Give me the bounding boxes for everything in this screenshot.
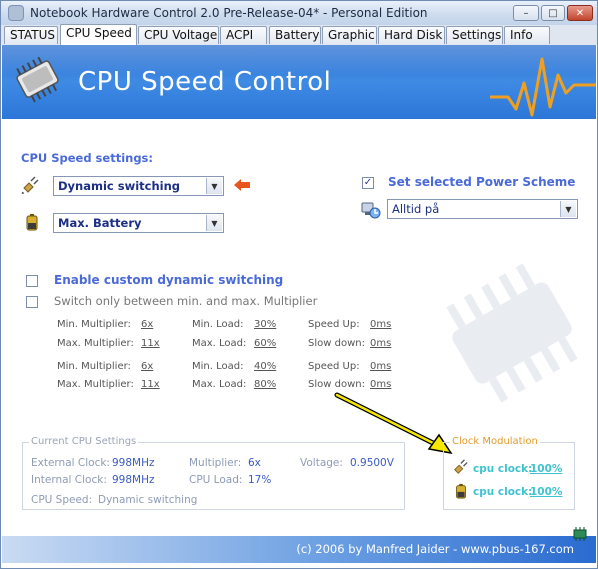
speed-up-label: Speed Up: [308,319,360,330]
power-scheme-icon [361,202,381,219]
chip-watermark-icon [446,263,578,403]
chevron-down-icon[interactable]: ▼ [560,201,576,217]
plug-icon [21,176,39,194]
min-load-label: Min. Load: [192,361,244,372]
max-multiplier-label: Max. Multiplier: [57,379,134,390]
cpu-speed-settings-heading: CPU Speed settings: [21,151,154,165]
tab-cpu-voltage[interactable]: CPU Voltage [138,26,219,44]
title-bar: Notebook Hardware Control 2.0 Pre-Releas… [1,1,597,26]
tab-graphic[interactable]: Graphic [322,26,377,44]
switch-only-min-max-checkbox[interactable] [26,296,38,308]
max-multiplier-value[interactable]: 11x [141,379,160,390]
min-multiplier-value[interactable]: 6x [141,319,153,330]
internal-clock-value: 998MHz [112,474,155,486]
min-multiplier-label: Min. Multiplier: [57,361,131,372]
clock-modulation-title: Clock Modulation [450,436,540,447]
speed-up-value[interactable]: 0ms [370,361,391,372]
multiplier-value: 6x [248,457,261,469]
slow-down-label: Slow down: [308,338,365,349]
slow-down-value[interactable]: 0ms [370,338,391,349]
internal-clock-label: Internal Clock: [31,474,107,486]
tab-acpi[interactable]: ACPI [220,26,267,44]
set-power-scheme-checkbox[interactable]: ✓ [362,177,374,189]
cpu-load-label: CPU Load: [189,474,243,486]
header-banner: CPU Speed Control [2,45,596,119]
pulse-graphic [490,57,596,117]
tab-battery[interactable]: Battery [269,26,321,44]
max-load-value[interactable]: 80% [254,379,276,390]
tab-status[interactable]: STATUS [4,26,58,44]
current-cpu-settings-title: Current CPU Settings [29,436,139,447]
external-clock-value: 998MHz [112,457,155,469]
min-load-value[interactable]: 40% [254,361,276,372]
speed-up-value[interactable]: 0ms [370,319,391,330]
clock-modulation-ac-label: cpu clock: [473,463,533,475]
tab-settings[interactable]: Settings [446,26,503,44]
window-title: Notebook Hardware Control 2.0 Pre-Releas… [30,6,428,20]
copyright-text: (c) 2006 by Manfred Jaider - www.pbus-16… [296,542,574,556]
external-clock-label: External Clock: [31,457,110,469]
battery-icon [456,483,466,499]
multiplier-label: Multiplier: [189,457,242,469]
enable-custom-switching-checkbox[interactable] [26,275,38,287]
chevron-down-icon[interactable]: ▼ [206,178,222,194]
minimize-button[interactable]: – [513,5,539,21]
enable-custom-switching-label: Enable custom dynamic switching [54,273,284,287]
voltage-value: 0.9500V [350,457,394,469]
speed-mode-select[interactable]: Dynamic switching ▼ [53,176,224,196]
power-scheme-value: Alltid på [392,202,440,216]
tab-cpu-speed[interactable]: CPU Speed [60,24,137,45]
max-multiplier-value[interactable]: 11x [141,338,160,349]
tab-hard-disk[interactable]: Hard Disk [378,26,445,44]
max-multiplier-label: Max. Multiplier: [57,338,134,349]
clock-modulation-battery-label: cpu clock: [473,486,533,498]
min-load-label: Min. Load: [192,319,244,330]
max-load-value[interactable]: 60% [254,338,276,349]
voltage-label: Voltage: [300,457,343,469]
set-power-scheme-label: Set selected Power Scheme [388,175,576,189]
plug-icon [454,459,468,474]
min-multiplier-label: Min. Multiplier: [57,319,131,330]
page-title: CPU Speed Control [78,67,332,97]
footer-bar: (c) 2006 by Manfred Jaider - www.pbus-16… [2,536,596,563]
cpu-speed-label: CPU Speed: [31,494,93,506]
power-profile-select[interactable]: Max. Battery ▼ [53,213,224,233]
cpu-chip-icon [16,57,59,103]
battery-icon [26,214,38,231]
chip-tray-icon [573,527,587,541]
cpu-speed-value: Dynamic switching [98,494,198,506]
min-multiplier-value[interactable]: 6x [141,361,153,372]
min-load-value[interactable]: 30% [254,319,276,330]
app-icon [8,5,24,21]
arrow-left-icon [234,179,250,191]
speed-up-label: Speed Up: [308,361,360,372]
tab-info[interactable]: Info [504,26,550,44]
switch-only-min-max-label: Switch only between min. and max. Multip… [54,294,318,308]
current-cpu-settings-group: Current CPU Settings External Clock: 998… [22,436,405,510]
power-profile-value: Max. Battery [58,216,142,230]
close-button[interactable]: ✕ [567,5,593,21]
speed-mode-value: Dynamic switching [58,179,181,193]
max-load-label: Max. Load: [192,338,247,349]
power-scheme-select[interactable]: Alltid på ▼ [387,199,578,219]
clock-modulation-battery-value[interactable]: 100% [530,486,562,498]
clock-modulation-group: Clock Modulation cpu clock: 100% cpu clo… [443,436,575,510]
max-load-label: Max. Load: [192,379,247,390]
chevron-down-icon[interactable]: ▼ [206,215,222,231]
clock-modulation-ac-value[interactable]: 100% [530,463,562,475]
tab-bar: STATUS CPU Speed CPU Voltage ACPI Batter… [1,24,597,45]
maximize-button[interactable]: □ [541,5,565,21]
app-window: Notebook Hardware Control 2.0 Pre-Releas… [0,0,598,569]
cpu-load-value: 17% [248,474,272,486]
